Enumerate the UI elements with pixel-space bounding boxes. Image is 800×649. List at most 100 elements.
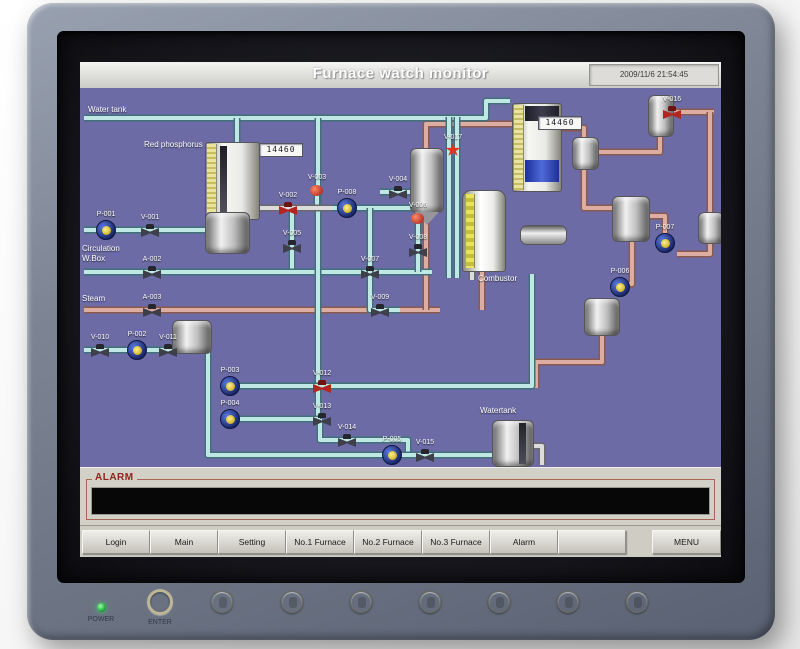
pump-impeller-icon [102, 226, 111, 235]
pump-p-006: P-006 [610, 277, 630, 297]
valve-tag-label: V-005 [283, 230, 301, 238]
valve-tag-label: V-002 [279, 192, 297, 200]
button-glyph-icon [565, 597, 573, 608]
nav-button-no-1-furnace[interactable]: No.1 Furnace [286, 530, 354, 554]
bezel-function-button-5[interactable] [488, 591, 510, 613]
level-display-1: 14460 [259, 143, 303, 157]
pump-impeller-icon [388, 451, 397, 460]
valve-stem-icon [421, 449, 429, 454]
valve-v-011: V-011 [159, 343, 177, 357]
pump-impeller-icon [226, 382, 235, 391]
diagram-label-steam: Steam [82, 294, 105, 303]
valve-v-015: V-015 [416, 448, 434, 462]
valve-stem-icon [148, 266, 156, 271]
nav-button-login[interactable]: Login [82, 530, 150, 554]
diagram-label-combustor: Combustor [478, 274, 517, 283]
pump-tag-label: P-005 [383, 436, 402, 444]
valve-stem-icon [668, 106, 676, 111]
valve-tag-label: V-004 [389, 176, 407, 184]
bezel-function-button-4[interactable] [419, 591, 441, 613]
pump-p-007: P-007 [655, 233, 675, 253]
valve-icon [310, 185, 323, 196]
pump-p-008: P-008 [337, 198, 357, 218]
clock-display: 2009/11/6 21:54:45 [589, 64, 719, 86]
pump-p-003: P-003 [220, 376, 240, 396]
valve-icon [411, 213, 424, 224]
monitor-bezel: Furnace watch monitor 2009/11/6 21:54:45 [27, 3, 775, 640]
button-glyph-icon [289, 597, 297, 608]
button-glyph-icon [634, 597, 642, 608]
nav-button-main[interactable]: Main [150, 530, 218, 554]
valve-v-016: V-016 [663, 105, 681, 119]
bezel-function-button-7[interactable] [626, 591, 648, 613]
valve-stem-icon [318, 380, 326, 385]
valve-tag-label: V-014 [338, 424, 356, 432]
pump-impeller-icon [226, 415, 235, 424]
nav-button-menu[interactable]: MENU [652, 530, 721, 554]
valve-stem-icon [318, 413, 326, 418]
valve-icon [143, 270, 161, 279]
valve-icon [283, 244, 301, 253]
nav-button-no-2-furnace[interactable]: No.2 Furnace [354, 530, 422, 554]
valve-stem-icon [96, 344, 104, 349]
valve-icon [371, 308, 389, 317]
valve-stem-icon [394, 186, 402, 191]
valve-a-003: A-003 [143, 303, 161, 317]
alarm-message-bar [91, 487, 710, 515]
level-display-2: 14460 [538, 116, 582, 130]
diagram-label-w-box: W.Box [82, 254, 105, 263]
pump-tag-label: P-003 [221, 367, 240, 375]
valve-stem-icon [146, 224, 154, 229]
process-diagram: Water tankRed phosphorusCirculationW.Box… [80, 88, 721, 467]
valve-tag-label: A-003 [143, 294, 162, 302]
valve-stem-icon [148, 304, 156, 309]
pump-tag-label: P-008 [338, 189, 357, 197]
valve-v-008: V-008 [409, 243, 427, 257]
alarm-label: ALARM [92, 472, 137, 483]
bezel-function-button-6[interactable] [557, 591, 579, 613]
button-glyph-icon [219, 597, 227, 608]
nav-button-alarm[interactable]: Alarm [490, 530, 558, 554]
valve-stem-icon [164, 344, 172, 349]
pump-impeller-icon [661, 239, 670, 248]
bezel-function-button-2[interactable] [281, 591, 303, 613]
valve-icon [313, 384, 331, 393]
button-glyph-icon [427, 597, 435, 608]
valve-stem-icon [288, 240, 296, 245]
valve-icon [279, 206, 297, 215]
bezel-ring-button[interactable] [147, 589, 173, 615]
button-glyph-icon [496, 597, 504, 608]
valve-v-001: V-001 [141, 223, 159, 237]
pump-tag-label: P-001 [97, 211, 116, 219]
valve-tag-label: V-003 [308, 174, 326, 182]
valve-tag-label: V-017 [444, 134, 462, 142]
photo-background: Furnace watch monitor 2009/11/6 21:54:45 [0, 0, 800, 649]
valve-v-010: V-010 [91, 343, 109, 357]
power-led-label: POWER [73, 616, 129, 623]
diagram-label-water-tank: Water tank [88, 105, 126, 114]
valve-v-013: V-013 [313, 412, 331, 426]
screen-glass: Furnace watch monitor 2009/11/6 21:54:45 [57, 31, 745, 583]
bezel-function-button-1[interactable] [211, 591, 233, 613]
valve-v-004: V-004 [389, 185, 407, 199]
nav-button-setting[interactable]: Setting [218, 530, 286, 554]
alarm-panel: ALARM [80, 467, 721, 526]
valve-tag-label: V-007 [361, 256, 379, 264]
bezel-function-button-3[interactable] [350, 591, 372, 613]
pump-impeller-icon [343, 204, 352, 213]
valve-v-003: V-003 [308, 183, 326, 197]
valve-v-017: V-017 [444, 143, 462, 157]
valve-tag-label: A-002 [143, 256, 162, 264]
valve-tag-label: V-010 [91, 334, 109, 342]
valve-icon [409, 248, 427, 257]
valve-icon [361, 270, 379, 279]
nav-button-blank[interactable] [558, 530, 626, 554]
valve-tag-label: V-008 [409, 234, 427, 242]
power-led [97, 603, 106, 612]
pump-tag-label: P-007 [656, 224, 675, 232]
diagram-label-watertank: Watertank [480, 406, 516, 415]
nav-button-no-3-furnace[interactable]: No.3 Furnace [422, 530, 490, 554]
valve-v-007: V-007 [361, 265, 379, 279]
valve-icon [159, 348, 177, 357]
valve-icon [445, 143, 461, 157]
